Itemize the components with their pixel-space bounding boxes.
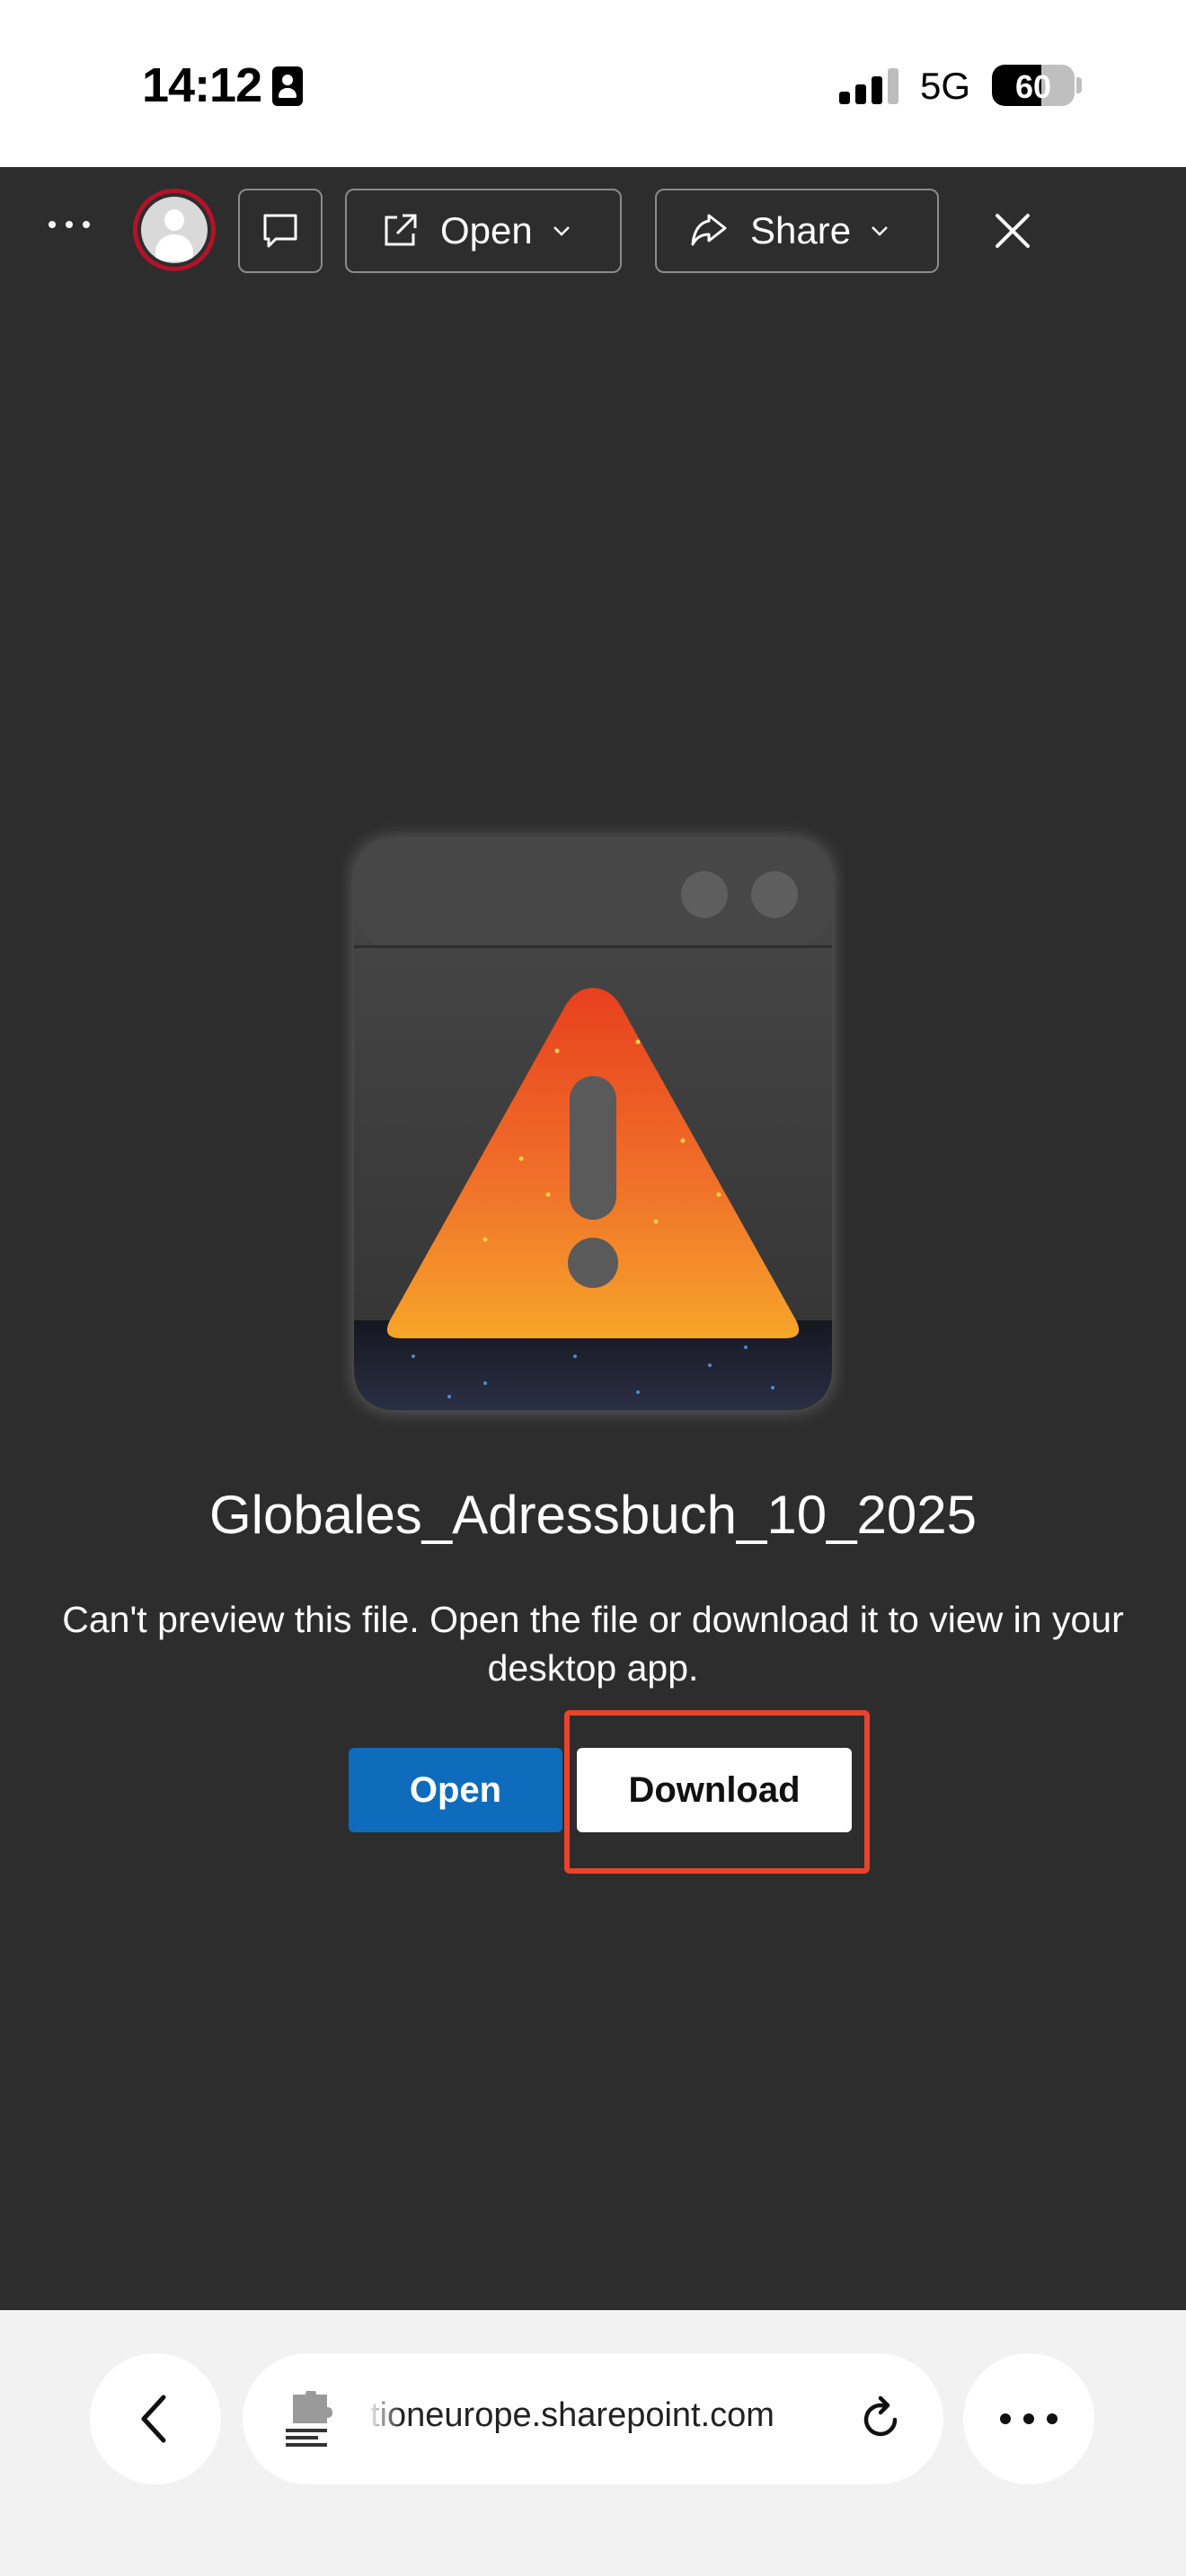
file-viewer-toolbar: Open Share <box>0 167 1186 293</box>
comment-button[interactable] <box>238 189 323 273</box>
url-fade <box>367 2389 403 2447</box>
file-title: Globales_Adressbuch_10_2025 <box>209 1485 977 1545</box>
battery-nub <box>1076 77 1082 93</box>
battery-level: 60 <box>1014 68 1052 105</box>
person-icon <box>141 197 208 263</box>
open-file-button[interactable]: Open <box>349 1748 562 1832</box>
preview-unavailable-message: Can't preview this file. Open the file o… <box>62 1599 1124 1689</box>
network-label: 5G <box>920 65 971 107</box>
reload-icon[interactable] <box>854 2393 907 2447</box>
more-options-button[interactable] <box>40 207 99 243</box>
download-highlight-box <box>564 1710 870 1874</box>
battery-icon: 60 <box>992 65 1075 106</box>
warning-window-illustration <box>354 839 832 1410</box>
browser-bottom-bar: tioneurope.sharepoint.com <box>0 2310 1186 2576</box>
address-bar[interactable]: tioneurope.sharepoint.com <box>243 2353 943 2484</box>
signal-icon <box>839 68 900 104</box>
more-icon <box>1000 2413 1011 2424</box>
open-menu-button[interactable]: Open <box>345 189 622 273</box>
chevron-down-icon <box>872 226 888 236</box>
share-icon <box>691 214 727 246</box>
site-extension-icon[interactable] <box>286 2391 338 2447</box>
chevron-down-icon <box>553 226 570 236</box>
open-menu-label: Open <box>440 209 533 251</box>
contact-card-icon <box>272 66 303 106</box>
status-bar: 14:12 5G 60 <box>0 0 1186 167</box>
back-button[interactable] <box>90 2353 221 2484</box>
close-icon[interactable] <box>988 207 1037 255</box>
browser-more-button[interactable] <box>963 2353 1094 2484</box>
share-menu-label: Share <box>750 209 852 251</box>
share-menu-button[interactable]: Share <box>655 189 939 273</box>
comment-icon <box>263 214 297 248</box>
avatar[interactable] <box>133 189 216 271</box>
more-icon <box>49 221 56 228</box>
open-external-icon <box>385 214 417 246</box>
url-text: tioneurope.sharepoint.com <box>370 2396 774 2434</box>
back-icon <box>141 2395 166 2443</box>
status-time: 14:12 <box>142 58 262 112</box>
